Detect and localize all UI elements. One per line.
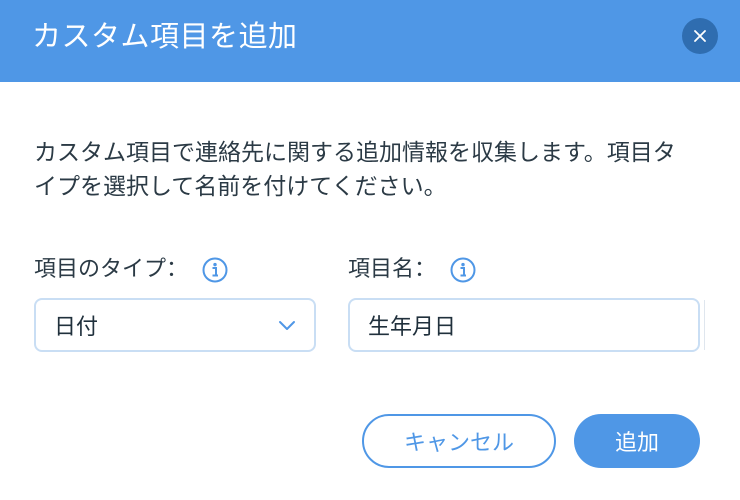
dialog-header: カスタム項目を追加 <box>0 0 740 82</box>
info-icon[interactable] <box>202 257 228 283</box>
field-type-value: 日付 <box>54 315 99 340</box>
info-icon[interactable] <box>450 257 476 283</box>
field-type-select[interactable]: 日付 <box>34 298 316 352</box>
add-custom-field-dialog: カスタム項目を追加 カスタム項目で連絡先に関する追加情報を収集します。項目タイプ… <box>0 0 740 500</box>
close-button[interactable] <box>682 18 718 54</box>
add-button[interactable]: 追加 <box>574 414 700 468</box>
chevron-down-icon <box>279 321 295 330</box>
field-name-label-text: 項目名： <box>348 257 437 282</box>
close-icon <box>694 30 706 42</box>
field-type-label-text: 項目のタイプ： <box>34 257 189 282</box>
dialog-description: カスタム項目で連絡先に関する追加情報を収集します。項目タイプを選択して名前を付け… <box>34 140 676 200</box>
field-type-label: 項目のタイプ： <box>34 254 228 286</box>
dialog-title: カスタム項目を追加 <box>32 19 298 53</box>
cancel-button[interactable]: キャンセル <box>362 414 556 468</box>
input-scroll-edge <box>704 300 705 350</box>
field-name-label: 項目名： <box>348 254 476 286</box>
field-name-input[interactable] <box>348 298 700 352</box>
